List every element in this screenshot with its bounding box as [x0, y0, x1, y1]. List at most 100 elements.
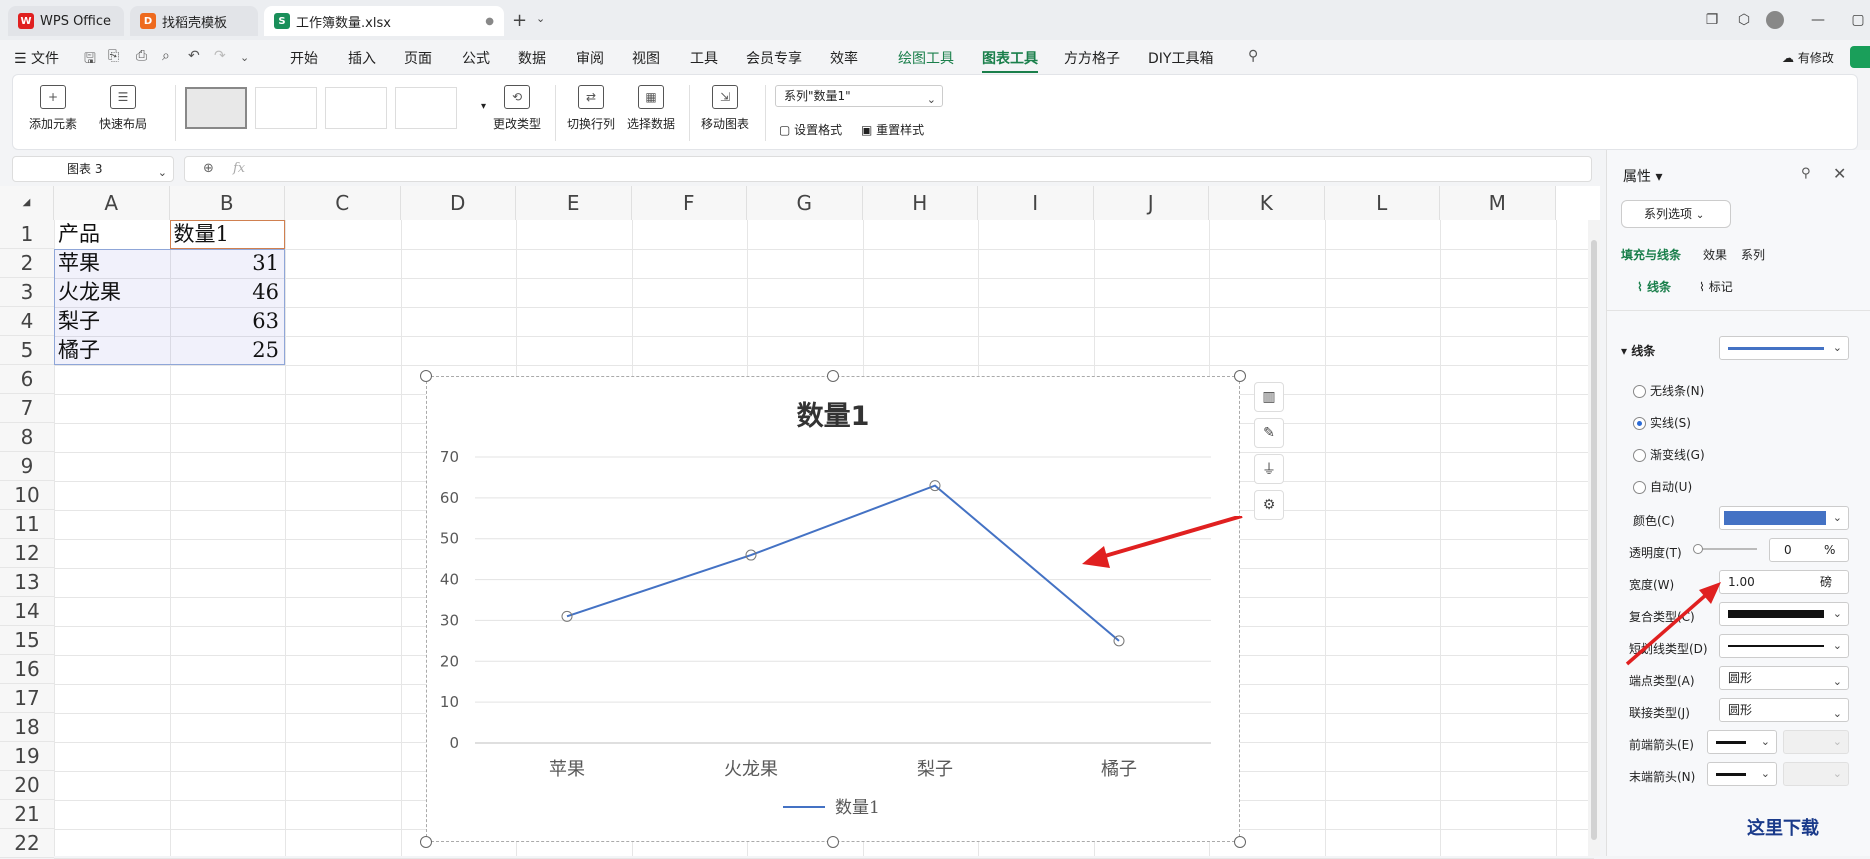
export-icon[interactable]: ⎘ [108, 48, 119, 64]
menu-member[interactable]: 会员专享 [746, 48, 802, 68]
row-header-1[interactable]: 1 [0, 220, 54, 249]
resize-handle-t[interactable] [827, 370, 839, 382]
resize-handle-tl[interactable] [420, 370, 432, 382]
data-point-selection-handle[interactable] [1113, 635, 1125, 647]
select-all-corner[interactable]: ◢ [0, 186, 54, 220]
quick-layout-button[interactable]: ☰ 快速布局 [99, 85, 147, 132]
tab-list-chevron-icon[interactable]: ⌄ [536, 12, 545, 25]
redo-icon[interactable]: ↷ [214, 48, 226, 64]
minimize-icon[interactable]: — [1806, 8, 1830, 32]
line-width-input[interactable]: 1.00 磅 [1719, 570, 1849, 594]
modified-status[interactable]: ☁ 有修改 [1782, 49, 1834, 66]
line-chart[interactable]: 数量1 0 10 20 30 40 50 60 70 苹果 火龙果 梨子 橘子 数量1 [427, 377, 1239, 841]
cell-a5[interactable]: 橘子 [58, 336, 100, 365]
move-chart-button[interactable]: ⇲ 移动图表 [701, 85, 749, 132]
series-options-select[interactable]: 系列选项 ⌄ [1621, 200, 1731, 228]
resize-handle-br[interactable] [1234, 836, 1246, 848]
cell-a3[interactable]: 火龙果 [58, 278, 121, 307]
row-header-22[interactable]: 22 [0, 829, 54, 858]
subtab-marker[interactable]: ⌇ 标记 [1699, 278, 1733, 295]
menu-page[interactable]: 页面 [404, 48, 432, 68]
column-header-m[interactable]: M [1440, 186, 1556, 220]
row-header-4[interactable]: 4 [0, 307, 54, 336]
resize-handle-tr[interactable] [1234, 370, 1246, 382]
x-tick-label[interactable]: 梨子 [917, 759, 953, 780]
x-tick-label[interactable]: 火龙果 [724, 759, 778, 780]
column-header-k[interactable]: K [1209, 186, 1325, 220]
resize-handle-bl[interactable] [420, 836, 432, 848]
set-format-button[interactable]: ▢ 设置格式 [779, 121, 842, 138]
transparency-slider[interactable] [1693, 544, 1757, 554]
menu-fangfang[interactable]: 方方格子 [1064, 48, 1120, 68]
radio-auto-line[interactable]: 自动(U) [1633, 478, 1692, 495]
line-color-picker[interactable]: ⌄ [1719, 506, 1849, 530]
chart-filter-icon[interactable]: ⏚ [1254, 454, 1284, 484]
y-tick-label[interactable]: 40 [440, 571, 459, 589]
row-header-9[interactable]: 9 [0, 452, 54, 481]
y-tick-label[interactable]: 0 [449, 734, 459, 752]
column-header-c[interactable]: C [285, 186, 401, 220]
menu-review[interactable]: 审阅 [576, 48, 604, 68]
column-header-b[interactable]: B [169, 186, 285, 220]
row-header-3[interactable]: 3 [0, 278, 54, 307]
end-arrow-select[interactable]: ⌄ [1707, 762, 1777, 786]
resize-handle-b[interactable] [827, 836, 839, 848]
column-header-j[interactable]: J [1093, 186, 1209, 220]
join-type-select[interactable]: 圆形 ⌄ [1719, 698, 1849, 722]
print-icon[interactable]: ⎙ [136, 48, 147, 64]
fx-icon[interactable]: fx [233, 161, 245, 176]
y-tick-label[interactable]: 20 [440, 652, 459, 670]
line-section-header[interactable]: ▾ 线条 [1621, 342, 1655, 359]
formula-input[interactable]: ⊕ fx [184, 156, 1592, 182]
row-header-17[interactable]: 17 [0, 684, 54, 713]
transparency-input[interactable]: 0 % [1769, 538, 1849, 562]
maximize-icon[interactable]: ▢ [1846, 8, 1870, 32]
vertical-scrollbar[interactable] [1588, 220, 1600, 856]
chart-style-2[interactable] [255, 87, 317, 129]
menu-diy-toolbox[interactable]: DIY工具箱 [1148, 48, 1213, 68]
cell-a4[interactable]: 梨子 [58, 307, 100, 336]
y-tick-label[interactable]: 60 [440, 489, 459, 507]
cell-a1[interactable]: 产品 [58, 220, 100, 249]
tab-fill-line[interactable]: 填充与线条 [1621, 246, 1681, 263]
row-header-12[interactable]: 12 [0, 539, 54, 568]
row-header-15[interactable]: 15 [0, 626, 54, 655]
y-tick-label[interactable]: 30 [440, 611, 459, 629]
y-tick-label[interactable]: 10 [440, 693, 459, 711]
menu-chart-tools[interactable]: 图表工具 [982, 48, 1038, 73]
cube-icon[interactable]: ⬡ [1732, 8, 1756, 32]
x-tick-label[interactable]: 苹果 [549, 759, 585, 780]
column-header-h[interactable]: H [862, 186, 978, 220]
radio-gradient-line[interactable]: 渐变线(G) [1633, 446, 1705, 463]
end-arrow-size-select[interactable]: ⌄ [1783, 762, 1849, 786]
cap-type-select[interactable]: 圆形 ⌄ [1719, 666, 1849, 690]
row-header-16[interactable]: 16 [0, 655, 54, 684]
column-header-a[interactable]: A [54, 186, 170, 220]
line-style-preview-select[interactable]: ⌄ [1719, 336, 1849, 360]
reset-style-button[interactable]: ▣ 重置样式 [861, 121, 924, 138]
menu-formula[interactable]: 公式 [462, 48, 490, 68]
x-tick-label[interactable]: 橘子 [1101, 759, 1137, 780]
cell-b2[interactable]: 31 [170, 249, 279, 278]
subtab-line[interactable]: ⌇ 线条 [1637, 278, 1671, 295]
row-header-10[interactable]: 10 [0, 481, 54, 510]
unsaved-dot-icon[interactable]: ● [485, 16, 494, 27]
row-header-14[interactable]: 14 [0, 597, 54, 626]
undo-icon[interactable]: ↶ [188, 48, 200, 64]
row-header-18[interactable]: 18 [0, 713, 54, 742]
row-header-2[interactable]: 2 [0, 249, 54, 278]
y-tick-label[interactable]: 50 [440, 530, 459, 548]
series-select[interactable]: 系列"数量1" ⌄ [775, 85, 943, 107]
add-element-button[interactable]: + 添加元素 [29, 85, 77, 132]
search-icon[interactable]: ⚲ [1248, 48, 1258, 64]
chart-style-1[interactable] [185, 87, 247, 129]
cell-b5[interactable]: 25 [170, 336, 279, 365]
print-preview-icon[interactable]: ⌕ [162, 48, 170, 64]
gallery-more-icon[interactable]: ▾ [481, 101, 486, 112]
menu-drawing-tools[interactable]: 绘图工具 [898, 48, 954, 68]
file-menu[interactable]: ☰ 文件 [14, 48, 59, 68]
change-type-button[interactable]: ⟲ 更改类型 [493, 85, 541, 132]
scrollbar-thumb[interactable] [1591, 240, 1597, 840]
menu-home[interactable]: 开始 [290, 48, 318, 68]
column-header-e[interactable]: E [516, 186, 632, 220]
